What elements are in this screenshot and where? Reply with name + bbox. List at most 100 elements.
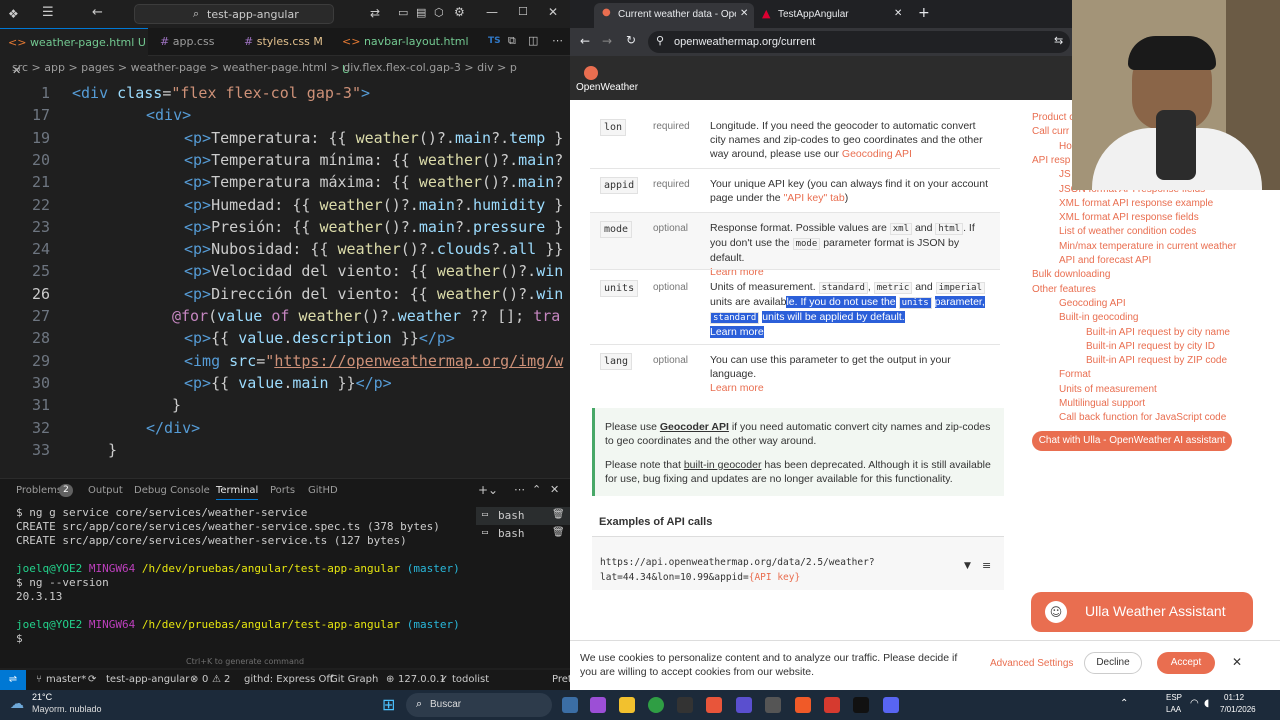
- kill-terminal-icon[interactable]: ⋯: [514, 483, 525, 496]
- close-panel-icon[interactable]: ✕: [550, 483, 559, 496]
- lang-top[interactable]: ESP: [1166, 693, 1182, 702]
- weather-icon[interactable]: ☁: [10, 696, 24, 712]
- warning-count[interactable]: 2: [224, 670, 230, 690]
- maximize-icon[interactable]: ☐: [518, 5, 528, 18]
- code-line[interactable]: <p>{{ value.main }}</p>: [184, 374, 392, 392]
- github-icon[interactable]: [765, 697, 781, 713]
- clock-date[interactable]: 7/01/2026: [1220, 705, 1256, 714]
- obsidian-icon[interactable]: [736, 697, 752, 713]
- accept-button[interactable]: Accept: [1157, 652, 1215, 674]
- tab-styles-css[interactable]: # styles.css M: [236, 28, 332, 56]
- sidebar-link[interactable]: XML format API response example: [1059, 198, 1213, 209]
- menu-icon[interactable]: ☰: [42, 5, 54, 20]
- trash-icon[interactable]: 🗑: [552, 527, 565, 538]
- task-view-icon[interactable]: [562, 697, 578, 713]
- code-line[interactable]: <p>Dirección del viento: {{ weather()?.w…: [184, 285, 563, 303]
- sidebar-link[interactable]: Bulk downloading: [1032, 269, 1110, 280]
- code-line[interactable]: </div>: [146, 419, 200, 437]
- settings-icon[interactable]: ⚙: [454, 5, 465, 19]
- sidebar-link[interactable]: Call curr: [1032, 126, 1069, 137]
- terminal-app-icon[interactable]: [677, 697, 693, 713]
- new-terminal-icon[interactable]: +⌄: [478, 483, 498, 497]
- code-line[interactable]: }: [172, 396, 181, 414]
- lang-bottom[interactable]: LAA: [1166, 705, 1181, 714]
- tab-problems[interactable]: Problems: [16, 485, 62, 496]
- close-tab-icon[interactable]: ✕: [894, 8, 902, 19]
- live-server-host[interactable]: 127.0.0.1: [398, 670, 446, 690]
- tray-chevron-icon[interactable]: ⌃: [1120, 698, 1128, 709]
- code-line[interactable]: <p>Nubosidad: {{ weather()?.clouds?.all …: [184, 240, 563, 258]
- sidebar-link[interactable]: XML format API response fields: [1059, 212, 1199, 223]
- tab-test-app-angular[interactable]: ▲ TestAppAngular ✕: [756, 3, 912, 28]
- sidebar-link[interactable]: Built-in API request by city name: [1086, 327, 1230, 338]
- taskbar-search[interactable]: ⌕ Buscar: [406, 693, 552, 717]
- sidebar-link[interactable]: Call back function for JavaScript code: [1059, 412, 1226, 423]
- sidebar-link[interactable]: Ho: [1059, 141, 1072, 152]
- volume-icon[interactable]: ◖: [1204, 698, 1209, 709]
- error-count[interactable]: 0: [202, 670, 208, 690]
- githd-status[interactable]: githd: Express Off: [244, 670, 333, 690]
- sync-icon[interactable]: ⇄: [370, 6, 380, 20]
- reload-icon[interactable]: ↻: [626, 33, 636, 47]
- sidebar-link[interactable]: Multilingual support: [1059, 398, 1145, 409]
- sidebar-link[interactable]: Built-in API request by ZIP code: [1086, 355, 1227, 366]
- code-line[interactable]: <img src="https://openweathermap.org/img…: [184, 352, 563, 370]
- code-line[interactable]: @for(value of weather()?.weather ?? []; …: [172, 307, 560, 325]
- wifi-icon[interactable]: ◠: [1190, 698, 1199, 709]
- sidebar-link[interactable]: JS: [1059, 169, 1071, 180]
- built-in-geocoder-link[interactable]: built-in geocoder: [684, 459, 762, 471]
- code-line[interactable]: <p>Humedad: {{ weather()?.main?.humidity…: [184, 196, 563, 214]
- terminal-list-item[interactable]: ▭ bash 🗑: [476, 525, 570, 543]
- learn-more-link[interactable]: Learn more: [710, 326, 764, 338]
- clock-time[interactable]: 01:12: [1224, 693, 1244, 702]
- copilot-icon[interactable]: [590, 697, 606, 713]
- tab-terminal[interactable]: Terminal: [216, 485, 259, 500]
- code-line[interactable]: <div class="flex flex-col gap-3">: [72, 84, 370, 102]
- sidebar-link[interactable]: Built-in API request by city ID: [1086, 341, 1215, 352]
- learn-more-link[interactable]: Learn more: [710, 382, 764, 394]
- geocoder-api-link[interactable]: Geocoder API: [660, 421, 729, 433]
- sidebar-link[interactable]: Geocoding API: [1059, 298, 1126, 309]
- geocoding-api-link[interactable]: Geocoding API: [842, 148, 912, 160]
- minimize-icon[interactable]: —: [486, 5, 498, 19]
- tab-ports[interactable]: Ports: [270, 485, 295, 496]
- openweather-logo-icon[interactable]: [584, 66, 598, 80]
- code-line[interactable]: <p>Presión: {{ weather()?.main?.pressure…: [184, 218, 563, 236]
- brand-name[interactable]: OpenWeather: [576, 82, 638, 93]
- code-line[interactable]: <p>Temperatura mínima: {{ weather()?.mai…: [184, 151, 563, 169]
- sidebar-link[interactable]: API and forecast API: [1059, 255, 1151, 266]
- brave-icon[interactable]: [706, 697, 722, 713]
- sidebar-link[interactable]: Units of measurement: [1059, 384, 1157, 395]
- tab-app-css[interactable]: # app.css: [152, 28, 234, 56]
- back-icon[interactable]: ←: [580, 34, 590, 48]
- code-line[interactable]: <div>: [146, 106, 191, 124]
- tab-navbar-layout[interactable]: <> navbar-layout.html U: [334, 28, 474, 76]
- code-line[interactable]: <p>{{ value.description }}</p>: [184, 329, 455, 347]
- sidebar-link[interactable]: Other features: [1032, 284, 1096, 295]
- maximize-panel-icon[interactable]: ⌃: [532, 483, 541, 496]
- sync-status-icon[interactable]: ⟳: [88, 670, 96, 690]
- chrome-icon[interactable]: [648, 697, 664, 713]
- close-tab-icon[interactable]: ✕: [740, 8, 748, 19]
- advanced-settings-link[interactable]: Advanced Settings: [990, 658, 1073, 669]
- code-line[interactable]: <p>Temperatura: {{ weather()?.main?.temp…: [184, 129, 563, 147]
- todolist[interactable]: todolist: [452, 670, 489, 690]
- sidebar-link[interactable]: API resp: [1032, 155, 1070, 166]
- forward-icon[interactable]: →: [602, 34, 612, 48]
- trash-icon[interactable]: 🗑: [552, 509, 565, 520]
- figma-icon[interactable]: [824, 697, 840, 713]
- postman-icon[interactable]: [795, 697, 811, 713]
- file-explorer-icon[interactable]: [619, 697, 635, 713]
- taskbar-weather[interactable]: Mayorm. nublado: [32, 704, 102, 714]
- windows-start-icon[interactable]: ⊞: [382, 695, 395, 714]
- sidebar-link[interactable]: Built-in geocoding: [1059, 312, 1139, 323]
- breadcrumb[interactable]: src > app > pages > weather-page > weath…: [0, 58, 570, 78]
- tab-current-weather[interactable]: ● Current weather data - OpenW ✕: [594, 3, 754, 28]
- decline-button[interactable]: Decline: [1084, 652, 1142, 674]
- tab-debug-console[interactable]: Debug Console: [134, 485, 210, 496]
- extensions-icon[interactable]: ⬡: [434, 6, 444, 19]
- remote-icon[interactable]: ⇌: [0, 670, 26, 690]
- api-key-tab-link[interactable]: "API key" tab: [784, 192, 845, 204]
- learn-more-link[interactable]: Learn more: [710, 266, 764, 278]
- dropdown-arrow-icon[interactable]: ▼: [964, 561, 971, 571]
